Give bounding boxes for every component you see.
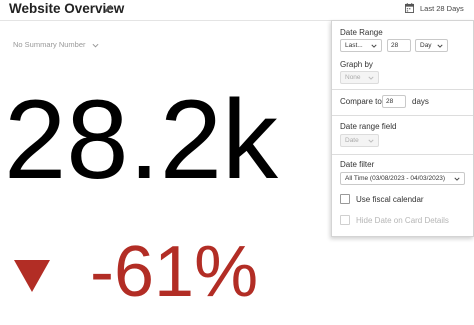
- compare-days-value: 28: [386, 98, 394, 105]
- date-filter-value: All Time (03/08/2023 - 04/03/2023): [345, 175, 446, 182]
- date-range-unit-value: Last...: [345, 42, 363, 49]
- graph-by-select[interactable]: None: [340, 71, 379, 84]
- date-range-section: Date Range Last... 28 Day Graph by None: [332, 21, 473, 90]
- summary-number-select[interactable]: No Summary Number: [13, 40, 99, 49]
- graph-by-value: None: [345, 74, 361, 81]
- date-range-count-value: 28: [391, 42, 399, 49]
- date-filter-select[interactable]: All Time (03/08/2023 - 04/03/2023): [340, 172, 465, 185]
- chevron-down-icon: [454, 177, 460, 181]
- date-range-field-value: Date: [345, 137, 359, 144]
- date-range-field-section: Date range field Date: [332, 115, 473, 155]
- hide-date-label: Hide Date on Card Details: [356, 216, 449, 225]
- date-range-count-input[interactable]: 28: [387, 39, 411, 52]
- compare-days-input[interactable]: 28: [382, 95, 406, 108]
- date-range-period-value: Day: [420, 42, 432, 49]
- date-filter-label: Date filter: [340, 160, 375, 169]
- date-options-panel: Date Range Last... 28 Day Graph by None …: [331, 20, 474, 237]
- hide-date-checkbox[interactable]: [340, 215, 350, 225]
- date-range-unit-select[interactable]: Last...: [340, 39, 382, 52]
- date-range-button-label: Last 28 Days: [420, 4, 464, 13]
- pencil-icon[interactable]: [103, 3, 114, 14]
- summary-number-select-label: No Summary Number: [13, 40, 86, 49]
- fiscal-calendar-label: Use fiscal calendar: [356, 195, 424, 204]
- kpi-value: 28.2k: [4, 77, 278, 202]
- compare-label: Compare to: [340, 97, 382, 106]
- kpi-change-percent: -61%: [90, 232, 259, 312]
- chevron-down-icon: [437, 44, 443, 48]
- date-range-period-select[interactable]: Day: [415, 39, 448, 52]
- triangle-down-icon: [14, 260, 50, 292]
- chevron-down-icon: [368, 76, 374, 80]
- date-range-field-label: Date range field: [340, 122, 397, 131]
- card-header: Website Overview Last 28 Days: [0, 0, 474, 21]
- chevron-down-icon: [371, 44, 377, 48]
- compare-section: Compare to 28 days: [332, 89, 473, 116]
- date-range-field-select[interactable]: Date: [340, 134, 379, 147]
- fiscal-calendar-checkbox[interactable]: [340, 194, 350, 204]
- compare-days-suffix: days: [412, 97, 429, 106]
- date-filter-section: Date filter All Time (03/08/2023 - 04/03…: [332, 154, 473, 236]
- graph-by-label: Graph by: [340, 60, 373, 69]
- chevron-down-icon: [368, 139, 374, 143]
- date-range-label: Date Range: [340, 28, 383, 37]
- chevron-down-icon: [92, 43, 99, 48]
- calendar-icon: [405, 3, 414, 13]
